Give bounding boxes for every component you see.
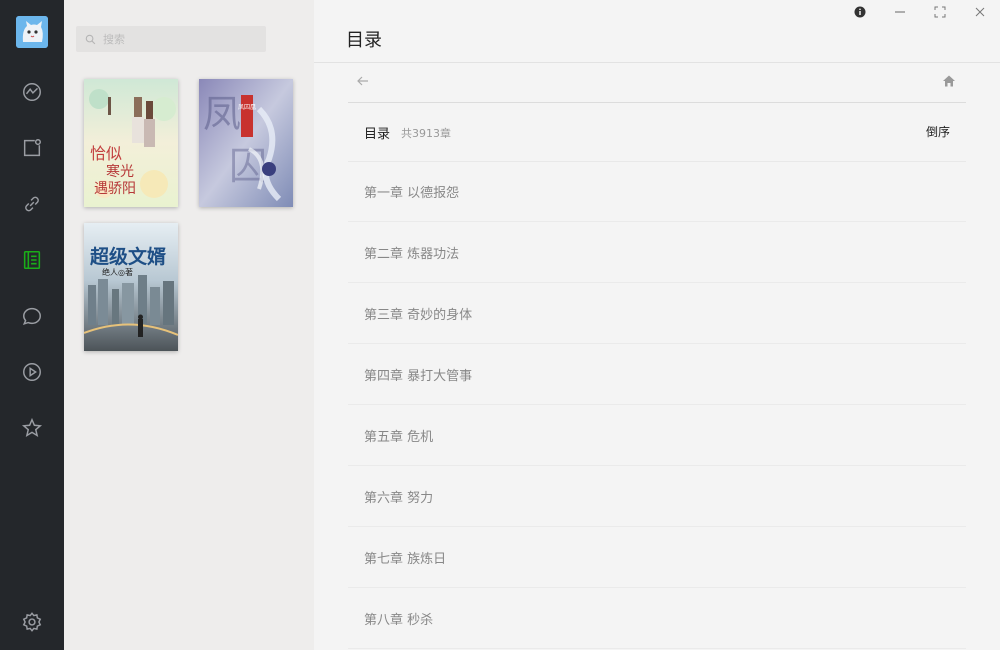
play-icon[interactable] — [16, 356, 48, 388]
inbox-icon[interactable] — [16, 132, 48, 164]
toc-title: 目录 — [364, 127, 391, 142]
chapter-title: 第七章 族炼日 — [364, 551, 447, 567]
chapter-item[interactable]: 第二章 炼器功法 — [348, 222, 966, 283]
book-icon[interactable] — [16, 244, 48, 276]
chapter-title: 第一章 以德报怨 — [364, 185, 460, 201]
book-cover-title: 超级文婿 — [89, 245, 167, 268]
chapter-title: 第六章 努力 — [364, 490, 434, 506]
avatar[interactable] — [16, 16, 48, 48]
chapter-item[interactable]: 第四章 暴打大管事 — [348, 344, 966, 405]
close-icon[interactable] — [968, 4, 992, 20]
svg-text:遇骄阳: 遇骄阳 — [94, 181, 136, 197]
home-icon[interactable] — [942, 73, 956, 92]
toc-header: 目录 共3913章 倒序 — [348, 103, 966, 162]
chapter-item[interactable]: 第五章 危机 — [348, 405, 966, 466]
info-icon[interactable] — [848, 4, 872, 20]
book-cover-title: 恰似 — [90, 144, 122, 163]
link-icon[interactable] — [16, 188, 48, 220]
chapter-list: 第一章 以德报怨 第二章 炼器功法 第三章 奇妙的身体 第四章 暴打大管事 第五… — [348, 161, 966, 649]
svg-text:凤: 凤 — [203, 92, 241, 136]
book-cover[interactable]: 恰似 寒光 遇骄阳 — [84, 79, 178, 207]
chapter-title: 第五章 危机 — [364, 429, 434, 445]
search-icon — [85, 34, 96, 44]
book-cover[interactable]: 超级文婿 绝人◎著 — [84, 223, 178, 351]
reverse-order-button[interactable]: 倒序 — [926, 123, 950, 140]
maximize-icon[interactable] — [928, 4, 952, 20]
chapter-item[interactable]: 第一章 以德报怨 — [348, 161, 966, 222]
nav-rail — [0, 0, 64, 650]
book-shelf: 恰似 寒光 遇骄阳 凤 囚 凤囚凰 — [64, 0, 314, 650]
chapter-count: 共3913章 — [401, 127, 451, 140]
chapter-title: 第三章 奇妙的身体 — [364, 307, 473, 323]
settings-icon[interactable] — [16, 606, 48, 638]
chapter-item[interactable]: 第七章 族炼日 — [348, 527, 966, 588]
star-icon[interactable] — [16, 412, 48, 444]
book-cover-title: 凤囚凰 — [238, 104, 256, 111]
back-arrow-icon[interactable] — [356, 73, 370, 92]
chapter-item[interactable]: 第三章 奇妙的身体 — [348, 283, 966, 344]
search-box[interactable] — [76, 26, 266, 52]
book-cover[interactable]: 凤 囚 凤囚凰 — [199, 79, 293, 207]
page-title: 目录 — [346, 30, 382, 51]
main-panel: 目录 目录 共3913章 倒序 第一章 以德报怨 第二章 炼器功法 第三章 奇妙… — [314, 0, 1000, 650]
chat-icon[interactable] — [16, 300, 48, 332]
dashboard-icon[interactable] — [16, 76, 48, 108]
search-input[interactable] — [101, 31, 255, 47]
chapter-title: 第二章 炼器功法 — [364, 246, 460, 262]
svg-text:绝人◎著: 绝人◎著 — [102, 267, 133, 277]
chapter-title: 第八章 秒杀 — [364, 612, 434, 628]
chapter-item[interactable]: 第八章 秒杀 — [348, 588, 966, 649]
chapter-item[interactable]: 第六章 努力 — [348, 466, 966, 527]
svg-text:寒光: 寒光 — [106, 163, 134, 180]
chapter-title: 第四章 暴打大管事 — [364, 368, 473, 384]
minimize-icon[interactable] — [888, 4, 912, 20]
divider — [314, 62, 1000, 63]
